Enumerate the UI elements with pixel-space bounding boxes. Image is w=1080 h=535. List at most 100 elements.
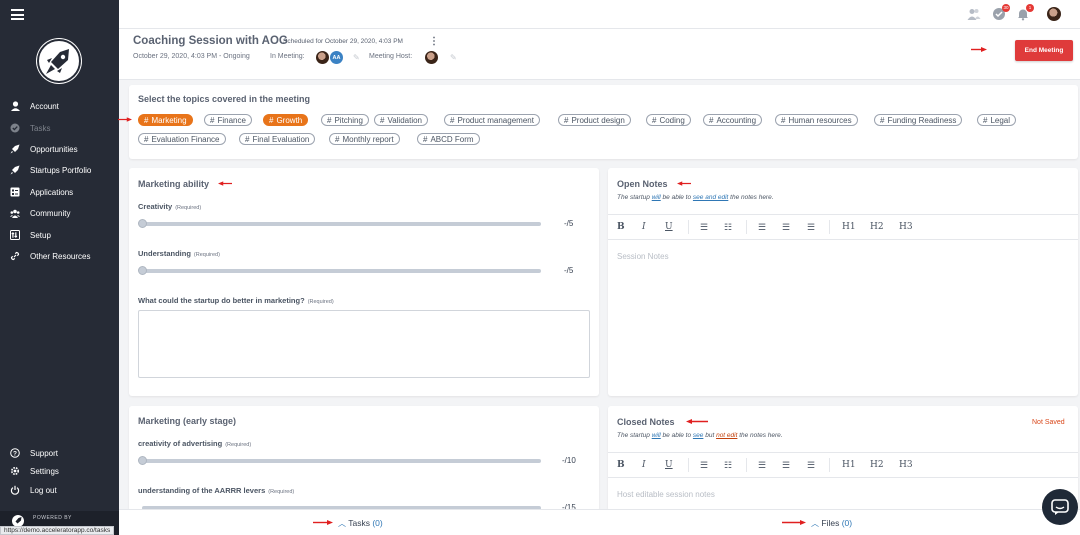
bullet-list-icon[interactable]: ☰ (700, 460, 708, 471)
advertising-creativity-slider-handle[interactable] (138, 456, 147, 465)
menu-icon[interactable] (11, 9, 24, 20)
open-notes-card: Open Notes The startup will be able to s… (608, 168, 1078, 396)
heading-1-button[interactable]: H1 (842, 222, 856, 232)
topic-tag[interactable]: # Product design (558, 114, 631, 126)
annotation-arrow (218, 181, 232, 186)
host-notes-editor[interactable]: Host editable session notes (617, 490, 715, 499)
numbered-list-icon[interactable]: ☷ (724, 222, 732, 233)
session-notes-editor[interactable]: Session Notes (617, 252, 669, 261)
hash-icon: # (144, 115, 149, 125)
hash-icon: # (327, 115, 332, 125)
creativity-slider[interactable] (142, 222, 541, 226)
sidebar-item-setup[interactable]: Setup (10, 227, 51, 243)
topic-tag[interactable]: # Marketing (138, 114, 193, 126)
sidebar-item-logout[interactable]: Log out (10, 482, 57, 498)
topic-tag[interactable]: # Finance (204, 114, 252, 126)
tasks-check-icon[interactable]: 30 (992, 4, 1010, 21)
host-avatar[interactable] (425, 51, 438, 64)
section-title: Open Notes (617, 179, 668, 189)
understanding-slider-handle[interactable] (138, 266, 147, 275)
open-notes-description: The startup will be able to see and edit… (617, 194, 774, 201)
topic-tag[interactable]: # Legal (977, 114, 1017, 126)
participant-initials-avatar[interactable]: AA (330, 51, 343, 64)
hash-icon: # (269, 115, 274, 125)
bell-icon[interactable]: 1 (1016, 4, 1034, 21)
heading-2-button[interactable]: H2 (870, 222, 884, 232)
topic-tag[interactable]: # Funding Readiness (874, 114, 963, 126)
scheduled-text: Scheduled for October 29, 2020, 4:03 PM (283, 38, 403, 45)
annotation-arrow (686, 419, 708, 424)
hash-icon: # (450, 115, 455, 125)
end-meeting-button[interactable]: End Meeting (1015, 40, 1073, 61)
gear-icon (10, 466, 20, 476)
align-right-icon[interactable]: ☰ (807, 222, 815, 233)
tasks-badge: 30 (1002, 4, 1010, 12)
user-avatar[interactable] (1047, 7, 1061, 21)
align-left-icon[interactable]: ☰ (758, 460, 766, 471)
advertising-creativity-slider[interactable] (142, 459, 541, 463)
sidebar-item-settings[interactable]: Settings (10, 463, 59, 479)
check-circle-icon (10, 123, 20, 133)
topic-tag[interactable]: # Validation (374, 114, 428, 126)
align-center-icon[interactable]: ☰ (782, 222, 790, 233)
link-icon (10, 251, 20, 261)
tasks-toggle[interactable]: ︿ Tasks (0) (338, 518, 383, 529)
heading-3-button[interactable]: H3 (899, 460, 913, 470)
improvement-answer-textarea[interactable] (138, 310, 590, 378)
edit-icon[interactable]: ✎ (450, 53, 457, 62)
underline-button[interactable]: U (665, 460, 673, 470)
sidebar-item-label: Applications (30, 187, 74, 197)
heading-2-button[interactable]: H2 (870, 460, 884, 470)
creativity-slider-handle[interactable] (138, 219, 147, 228)
bold-button[interactable]: B (617, 460, 625, 470)
topic-tag[interactable]: # Coding (646, 114, 691, 126)
topic-tag[interactable]: # Accounting (703, 114, 763, 126)
topic-tag-label: Human resources (788, 115, 852, 125)
topic-tag[interactable]: # Evaluation Finance (138, 133, 226, 145)
italic-button[interactable]: I (642, 222, 646, 232)
topic-tag[interactable]: # ABCD Form (417, 133, 480, 145)
sidebar-item-opportunities[interactable]: Opportunities (10, 141, 78, 157)
sidebar-item-applications[interactable]: Applications (10, 184, 73, 200)
topic-tag[interactable]: # Monthly report (329, 133, 400, 145)
sidebar-item-tasks[interactable]: Tasks (10, 120, 50, 136)
sidebar-item-label: Tasks (30, 123, 51, 133)
participant-avatar[interactable] (316, 51, 329, 64)
hash-icon: # (380, 115, 385, 125)
app-logo[interactable] (36, 38, 82, 84)
more-options-icon[interactable]: ⋮ (429, 36, 439, 47)
files-toggle[interactable]: ︿ Files (0) (811, 518, 852, 529)
users-icon[interactable] (967, 7, 981, 21)
sidebar-item-label: Startups Portfolio (30, 165, 92, 175)
edit-icon[interactable]: ✎ (353, 53, 360, 62)
align-center-icon[interactable]: ☰ (782, 460, 790, 471)
topic-tag[interactable]: # Human resources (775, 114, 858, 126)
bullet-list-icon[interactable]: ☰ (700, 222, 708, 233)
topic-tag[interactable]: # Product management (444, 114, 540, 126)
italic-button[interactable]: I (642, 460, 646, 470)
topic-tag-label: Product design (571, 115, 625, 125)
align-left-icon[interactable]: ☰ (758, 222, 766, 233)
heading-1-button[interactable]: H1 (842, 460, 856, 470)
sidebar-item-support[interactable]: ? Support (10, 445, 58, 461)
sidebar-item-account[interactable]: Account (10, 98, 59, 114)
numbered-list-icon[interactable]: ☷ (724, 460, 732, 471)
topic-tag[interactable]: # Pitching (321, 114, 369, 126)
chat-button[interactable] (1042, 489, 1078, 525)
underline-button[interactable]: U (665, 222, 673, 232)
hash-icon: # (335, 134, 340, 144)
sidebar-item-startups-portfolio[interactable]: Startups Portfolio (10, 162, 91, 178)
user-icon (10, 101, 20, 111)
understanding-slider[interactable] (142, 269, 541, 273)
align-right-icon[interactable]: ☰ (807, 460, 815, 471)
sidebar-item-community[interactable]: Community (10, 205, 70, 221)
chat-icon (1051, 498, 1069, 515)
sidebar-item-label: Other Resources (30, 251, 91, 261)
powered-by-label: POWERED BY (33, 515, 72, 521)
heading-3-button[interactable]: H3 (899, 222, 913, 232)
sidebar-item-other-resources[interactable]: Other Resources (10, 248, 90, 264)
bold-button[interactable]: B (617, 222, 625, 232)
aarrr-understanding-label: understanding of the AARRR levers (Requir… (138, 486, 295, 495)
topic-tag[interactable]: # Growth (263, 114, 309, 126)
topic-tag[interactable]: # Final Evaluation (239, 133, 316, 145)
